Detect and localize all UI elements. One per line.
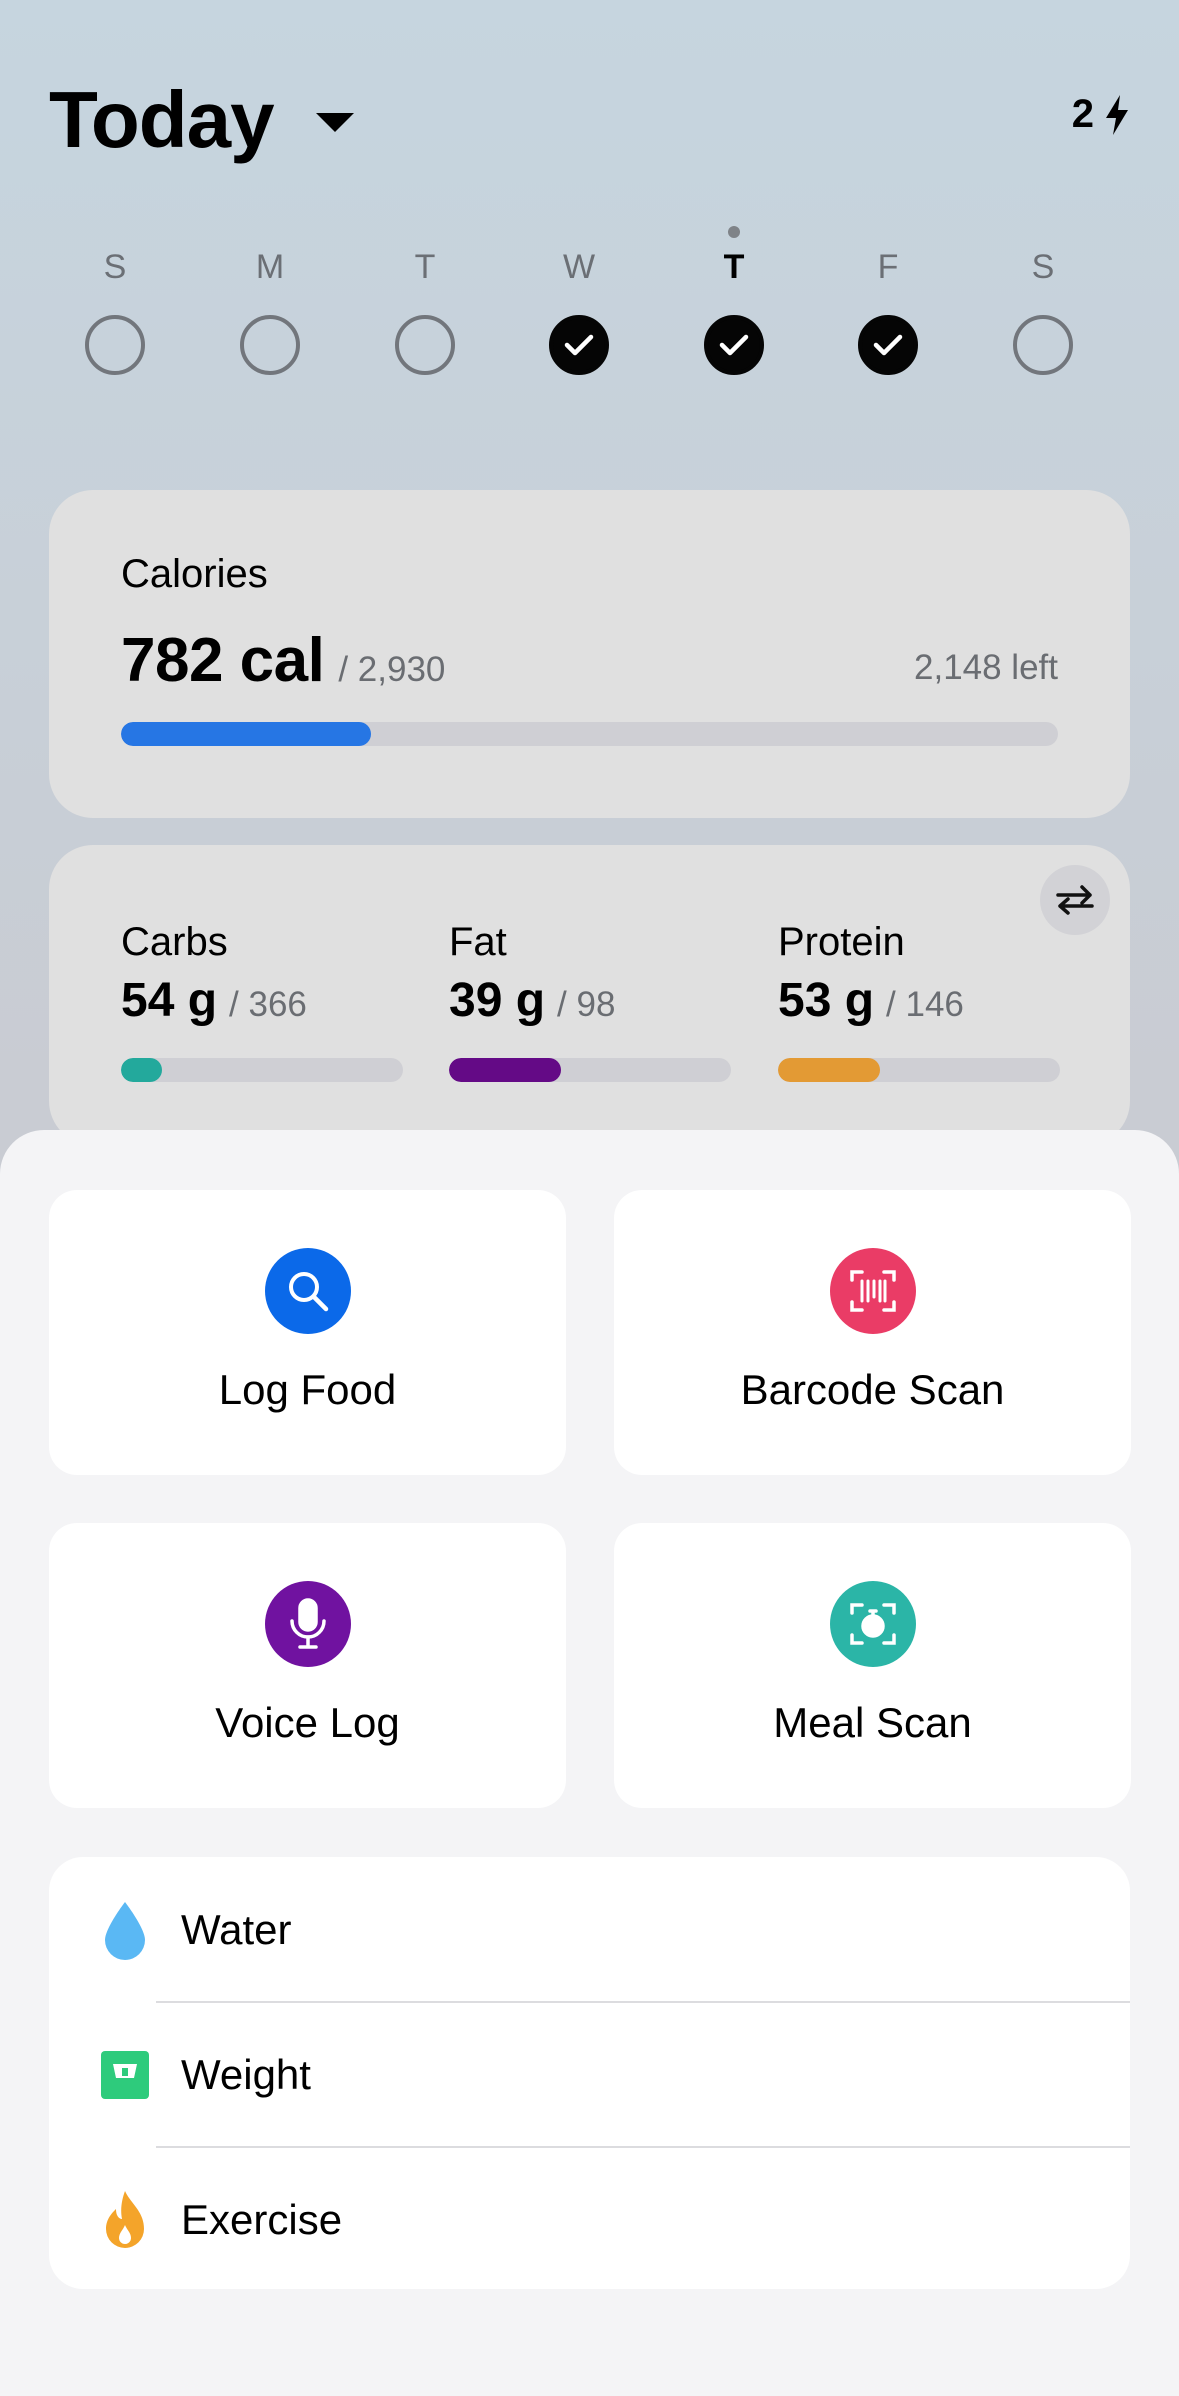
microphone-icon — [265, 1581, 351, 1667]
today-indicator-dot — [728, 226, 740, 238]
calories-progress-fill — [121, 722, 372, 746]
day-progress-ring — [85, 315, 145, 375]
swap-arrows-icon — [1056, 885, 1094, 915]
carbs-progress-bar — [121, 1058, 403, 1082]
macro-label: Protein — [778, 920, 905, 964]
day-progress-ring — [240, 315, 300, 375]
macro-goal: / 146 — [886, 985, 964, 1024]
calories-goal: / 2,930 — [338, 650, 446, 689]
day-letter: T — [414, 248, 436, 286]
macro-protein: Protein 53 g / 146 — [778, 920, 1060, 1082]
voice-log-label: Voice Log — [215, 1699, 400, 1746]
calories-label: Calories — [121, 552, 268, 596]
calories-remaining: 2,148 left — [914, 648, 1058, 687]
scale-icon — [99, 2045, 151, 2105]
log-food-label: Log Food — [218, 1366, 397, 1413]
protein-progress-fill — [778, 1058, 881, 1082]
header: Today 2 — [49, 70, 1130, 170]
water-label: Water — [181, 1905, 292, 1953]
macro-fat: Fat 39 g / 98 — [449, 920, 731, 1082]
day-letter: M — [255, 248, 285, 286]
macro-label: Carbs — [121, 920, 228, 964]
search-icon — [265, 1248, 351, 1334]
day-sunday[interactable]: S — [55, 220, 175, 380]
calories-consumed: 782 cal — [121, 626, 325, 695]
day-tuesday[interactable]: T — [365, 220, 485, 380]
log-food-button[interactable]: Log Food — [49, 1190, 566, 1475]
meal-scan-button[interactable]: Meal Scan — [614, 1523, 1131, 1808]
barcode-scan-label: Barcode Scan — [740, 1366, 1005, 1413]
week-day-selector: S M T W T F S — [50, 220, 1073, 380]
macro-carbs: Carbs 54 g / 366 — [121, 920, 403, 1082]
day-progress-ring — [1013, 315, 1073, 375]
day-progress-ring — [395, 315, 455, 375]
list-item-exercise[interactable]: Exercise — [49, 2147, 1130, 2289]
macro-value: 39 g — [449, 974, 546, 1027]
bolt-icon — [1104, 94, 1130, 135]
day-check-icon — [549, 315, 609, 375]
page-title: Today — [49, 75, 275, 164]
day-thursday-today[interactable]: T — [674, 220, 794, 380]
macro-goal: / 366 — [229, 985, 307, 1024]
day-wednesday[interactable]: W — [519, 220, 639, 380]
water-drop-icon — [99, 1900, 151, 1960]
carbs-progress-fill — [121, 1058, 163, 1082]
macro-goal: / 98 — [557, 985, 616, 1024]
meal-scan-label: Meal Scan — [773, 1699, 972, 1746]
voice-log-button[interactable]: Voice Log — [49, 1523, 566, 1808]
day-letter: T — [723, 248, 745, 286]
fat-progress-fill — [449, 1058, 562, 1082]
day-letter: S — [1031, 248, 1055, 286]
flame-icon — [99, 2190, 151, 2250]
calories-summary: 782 cal / 2,930 — [121, 625, 445, 696]
streak-counter[interactable]: 2 — [1072, 92, 1130, 137]
list-item-weight[interactable]: Weight — [49, 2002, 1130, 2147]
camera-scan-icon — [830, 1581, 916, 1667]
streak-count: 2 — [1071, 92, 1094, 136]
macro-value: 53 g — [778, 974, 875, 1027]
weight-label: Weight — [181, 2050, 311, 2098]
macro-label: Fat — [449, 920, 507, 964]
day-friday[interactable]: F — [828, 220, 948, 380]
barcode-scan-button[interactable]: Barcode Scan — [614, 1190, 1131, 1475]
date-range-selector[interactable]: Today — [49, 70, 354, 170]
exercise-label: Exercise — [181, 2195, 343, 2243]
macros-card[interactable]: Carbs 54 g / 366 Fat 39 g / 98 Protein 5… — [49, 845, 1130, 1145]
day-letter: W — [562, 248, 596, 286]
day-letter: S — [103, 248, 127, 286]
day-letter: F — [877, 248, 899, 286]
day-check-icon — [704, 315, 764, 375]
trackers-list: Water Weight Exercise — [49, 1857, 1130, 2289]
day-check-icon — [858, 315, 918, 375]
macro-value: 54 g — [121, 974, 218, 1027]
quick-actions-sheet: Log Food Barcode Scan Voice Log Meal Sca… — [0, 1130, 1179, 2396]
day-saturday[interactable]: S — [983, 220, 1103, 380]
fat-progress-bar — [449, 1058, 731, 1082]
calories-progress-bar — [121, 722, 1058, 746]
protein-progress-bar — [778, 1058, 1060, 1082]
barcode-icon — [830, 1248, 916, 1334]
caret-down-icon — [315, 112, 354, 132]
list-item-water[interactable]: Water — [49, 1857, 1130, 2002]
calories-card[interactable]: Calories 782 cal / 2,930 2,148 left — [49, 490, 1130, 818]
day-monday[interactable]: M — [210, 220, 330, 380]
